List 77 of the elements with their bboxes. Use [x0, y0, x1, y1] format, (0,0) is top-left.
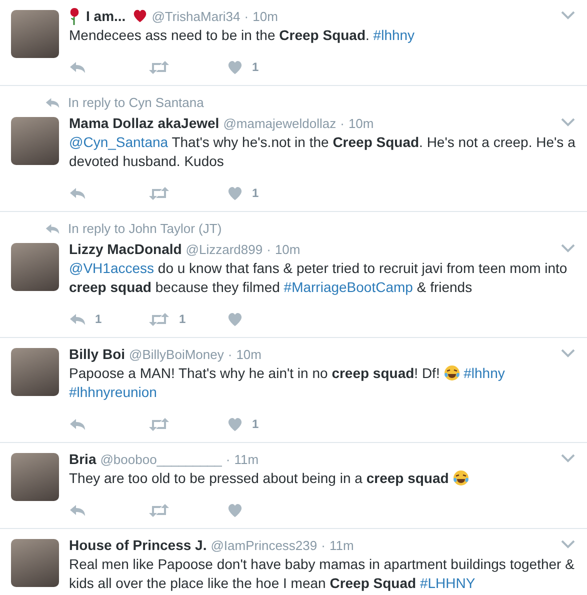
retweet-icon[interactable] — [148, 502, 170, 518]
chevron-down-icon[interactable] — [561, 349, 575, 358]
hashtag-link[interactable]: #lhhnyreunion — [69, 384, 157, 400]
reply-context-label[interactable]: In reply to Cyn Santana — [68, 95, 204, 110]
like-icon[interactable] — [227, 502, 243, 518]
tweet-text: @Cyn_Santana That's why he's.not in the Creep Squad. He's not a creep. He's a devoted husband. Kudos — [69, 133, 576, 171]
tweet-time[interactable]: 11m — [234, 452, 259, 466]
rose-icon — [69, 7, 80, 25]
chevron-down-icon[interactable] — [561, 540, 575, 549]
retweet-icon[interactable] — [148, 60, 170, 74]
tweet-time[interactable]: 10m — [252, 8, 278, 24]
chevron-down-icon[interactable] — [561, 454, 575, 463]
like-icon[interactable] — [227, 312, 243, 326]
reply-arrow-icon — [45, 96, 60, 108]
user-name[interactable]: Lizzy MacDonald — [69, 241, 182, 257]
retweet-icon[interactable] — [148, 416, 170, 432]
like-count: 1 — [252, 186, 259, 200]
like-icon[interactable] — [227, 416, 243, 432]
separator-dot: · — [321, 538, 326, 552]
tweet-time[interactable]: 10m — [236, 346, 262, 362]
avatar-photo-placeholder[interactable] — [11, 117, 59, 165]
hashtag-link[interactable]: #lhhny — [464, 365, 505, 381]
hashtag-link[interactable]: #lhhny — [373, 27, 415, 43]
chevron-down-icon[interactable] — [561, 118, 575, 127]
hashtag-link[interactable]: #MarriageBootCamp — [284, 279, 413, 295]
user-handle[interactable]: @IamPrincess239 — [210, 538, 318, 552]
mention-link[interactable]: @Cyn_Santana — [69, 134, 168, 150]
tweet-text: Papoose a MAN! That's why he ain't in no creep squad! Df! #lhhny #lhhnyreunion — [69, 364, 506, 402]
user-name[interactable]: Bria — [69, 451, 96, 467]
reply-context-label[interactable]: In reply to John Taylor (JT) — [68, 221, 222, 236]
chevron-down-icon[interactable] — [561, 244, 575, 253]
separator-dot: · — [244, 8, 249, 24]
separator-dot: · — [228, 346, 232, 362]
avatar-photo-placeholder[interactable] — [11, 243, 59, 291]
retweet-icon[interactable] — [148, 186, 170, 200]
reply-icon[interactable] — [69, 416, 86, 432]
like-count: 1 — [252, 60, 259, 74]
reply-arrow-icon — [45, 222, 60, 234]
user-name[interactable]: I am... — [86, 8, 126, 24]
tweet-text: Mendecees ass need to be in the Creep Squad. #lhhny — [69, 26, 416, 45]
reply-icon[interactable] — [69, 312, 86, 326]
separator-dot: · — [226, 452, 230, 466]
hashtag-link[interactable]: #LHHNY — [420, 575, 476, 591]
avatar-photo-placeholder[interactable] — [11, 10, 59, 58]
like-count: 1 — [252, 417, 259, 431]
tweet-time[interactable]: 11m — [329, 538, 354, 552]
separator-dot: · — [266, 242, 271, 256]
reply-count: 1 — [95, 312, 102, 326]
reply-icon[interactable] — [69, 60, 86, 74]
retweet-icon[interactable] — [148, 312, 170, 326]
reply-icon[interactable] — [69, 502, 86, 518]
tweet-text: @VH1access do u know that fans & peter tried to recruit javi from teen mom into creep squad because they filmed #MarriageBootCamp & friends — [69, 259, 568, 297]
heart-icon — [132, 9, 148, 23]
user-handle[interactable]: @Lizzard899 — [186, 242, 263, 256]
tweet-text: They are too old to be pressed about being in a creep squad — [69, 469, 579, 488]
separator-dot: · — [340, 116, 344, 130]
user-name[interactable]: Mama Dollaz akaJewel — [69, 115, 220, 131]
tweet-time[interactable]: 10m — [348, 116, 374, 130]
user-name[interactable]: Billy Boi — [69, 346, 126, 362]
tweet-text: Real men like Papoose don't have baby mamas in apartment buildings together & kids all over the place like the hoe I mean Creep Squad #LHHNY — [69, 555, 576, 593]
tweet-time[interactable]: 10m — [274, 242, 300, 256]
laughing-tears-icon — [444, 365, 460, 381]
like-icon[interactable] — [227, 186, 243, 200]
reply-icon[interactable] — [69, 186, 86, 200]
user-handle[interactable]: @TrishaMari34 — [152, 8, 240, 24]
user-handle[interactable]: @booboo_________ — [100, 452, 222, 466]
user-handle[interactable]: @mamajeweldollaz — [223, 116, 336, 130]
avatar-photo-placeholder[interactable] — [11, 348, 59, 396]
like-icon[interactable] — [227, 60, 243, 74]
user-handle[interactable]: @BillyBoiMoney — [129, 346, 224, 362]
laughing-tears-icon — [452, 470, 469, 486]
avatar-photo-placeholder[interactable] — [11, 453, 59, 501]
user-name[interactable]: House of Princess J. — [69, 537, 207, 553]
avatar-photo-placeholder[interactable] — [11, 539, 59, 587]
chevron-down-icon[interactable] — [561, 11, 575, 20]
mention-link[interactable]: @VH1access — [69, 260, 154, 276]
retweet-count: 1 — [179, 312, 186, 326]
